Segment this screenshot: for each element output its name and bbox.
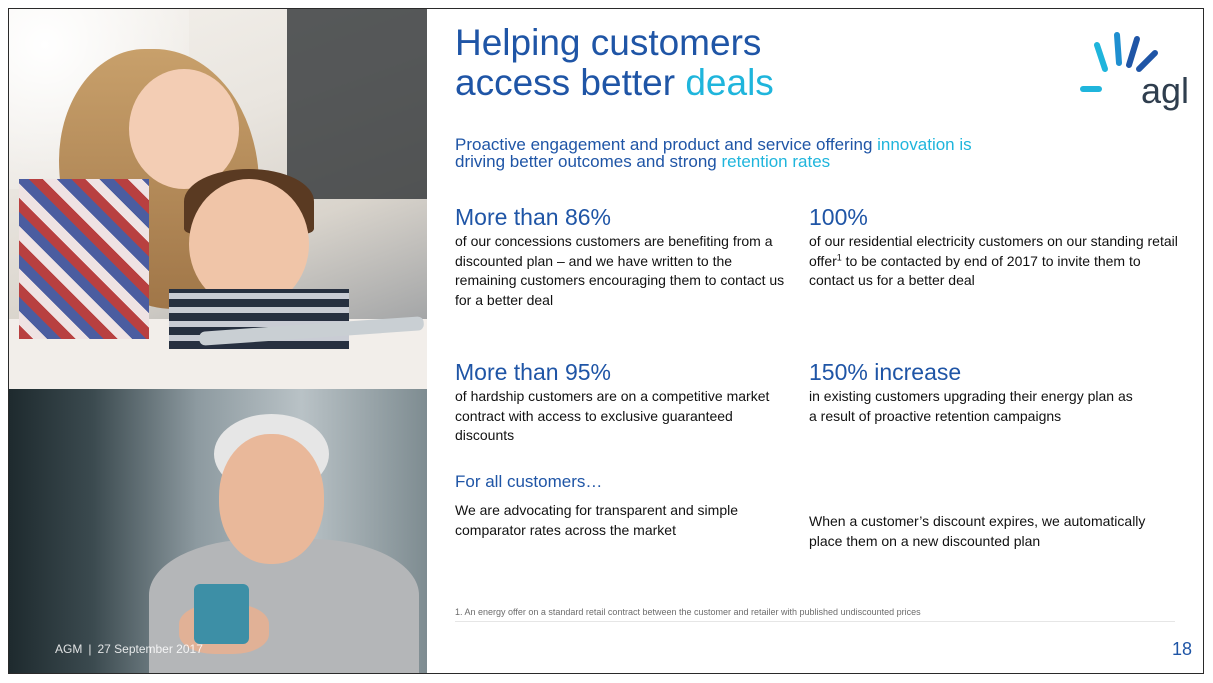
stat-headline: More than 86% <box>455 204 611 230</box>
all-customers-right: When a customer’s discount expires, we a… <box>809 513 1146 549</box>
photo-mother-child <box>9 9 427 389</box>
all-customers-heading: For all customers… <box>455 472 603 491</box>
subtitle-b: innovation is <box>877 135 972 154</box>
stat-upgrades: 150% increase in existing customers upgr… <box>809 359 1144 426</box>
logo-text: agl <box>1140 70 1189 111</box>
title-line-2a: access better <box>455 62 686 103</box>
stat-body: of our concessions customers are benefit… <box>455 233 785 308</box>
stat-headline: 100% <box>809 204 868 230</box>
stat-body: of our residential electricity customers… <box>809 232 1179 291</box>
slide-subtitle: Proactive engagement and product and ser… <box>455 136 1185 170</box>
slide-title: Helping customers access better deals <box>455 23 975 103</box>
footer-event: AGM <box>55 642 83 656</box>
subtitle-d: retention rates <box>721 152 831 171</box>
footer-separator: | <box>88 642 92 656</box>
all-customers-left: We are advocating for transparent and si… <box>455 502 739 538</box>
title-line-1: Helping customers <box>455 22 762 63</box>
photo-older-woman <box>9 389 427 673</box>
stat-concessions: More than 86% of our concessions custome… <box>455 204 790 310</box>
page-number: 18 <box>1172 639 1193 659</box>
stat-body: of hardship customers are on a competiti… <box>455 388 770 443</box>
footnote: 1. An energy offer on a standard retail … <box>455 607 1175 622</box>
stat-residential: 100% of our residential electricity cust… <box>809 204 1179 291</box>
slide: AGM | 27 September 2017 Helping customers … <box>8 8 1204 674</box>
subtitle-c: driving better outcomes and strong <box>455 152 722 171</box>
stat-headline: More than 95% <box>455 359 611 385</box>
agl-logo: agl <box>1079 29 1189 109</box>
footer-date: 27 September 2017 <box>97 642 203 656</box>
stat-headline: 150% increase <box>809 359 962 385</box>
title-line-2b: deals <box>685 62 774 103</box>
stat-hardship: More than 95% of hardship customers are … <box>455 359 790 446</box>
stat-body: in existing customers upgrading their en… <box>809 388 1133 424</box>
stat-body-b: to be contacted by end of 2017 to invite… <box>809 252 1141 289</box>
slide-footer: AGM | 27 September 2017 <box>55 642 203 656</box>
